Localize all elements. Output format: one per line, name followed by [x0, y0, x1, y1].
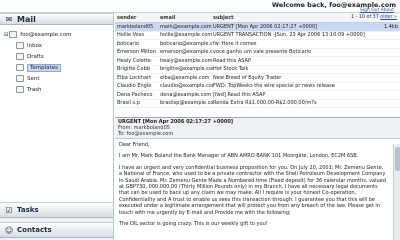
row-subject: voce ganho um vale presente Boticario — [213, 49, 312, 56]
preview-body: Dear Friend, I am Mr. Mark Boland the Ba… — [115, 139, 390, 235]
scrollbar-thumb[interactable] — [395, 147, 400, 171]
table-row[interactable]: Dena Pacheco dena@example.com [fwd] Read… — [115, 91, 400, 100]
row-email: brigitte@example.com — [160, 66, 213, 73]
tree-item-label: Templates — [27, 63, 61, 72]
mail-panel: ✉ Mail ⊟ foo@example.com Inbox Drafts Te… — [0, 13, 113, 202]
older-link[interactable]: older » — [380, 15, 397, 20]
row-email: dena@example.com — [160, 91, 212, 98]
row-subject: Hot Stock Talk — [213, 66, 249, 73]
message-list: markboland05 mark@example.com URGENT [Mo… — [115, 23, 400, 118]
message-preview: URGENT [Mon Apr 2006 02:17:27 +0000] Fro… — [115, 118, 400, 240]
body-paragraph: I am Mr. Mark Boland the Bank Manager of… — [119, 153, 359, 160]
tree-item-drafts[interactable]: Drafts — [4, 51, 113, 62]
contacts-panel-title: Contacts — [17, 226, 52, 234]
row-email: elba@example.com — [160, 74, 210, 81]
tree-item-inbox[interactable]: Inbox — [4, 40, 113, 51]
folder-tree: ⊟ foo@example.com Inbox Drafts Templates… — [0, 25, 113, 95]
tree-item-label: Trash — [27, 86, 42, 93]
tree-item-label: Drafts — [27, 53, 44, 60]
row-email: emerson@example.com — [160, 49, 213, 56]
row-sender: Healy Colette — [117, 57, 151, 64]
trash-icon — [16, 86, 24, 93]
templates-icon — [16, 64, 24, 71]
row-subject: Read this ASAP — [213, 57, 251, 64]
table-row[interactable]: Elba Lockhart elba@example.com New Breed… — [115, 74, 400, 83]
row-subject: URGENT TRANSACTION -[Sun, 23 Apr 2006 13… — [213, 32, 365, 39]
left-sidebar: ✉ Mail ⊟ foo@example.com Inbox Drafts Te… — [0, 13, 114, 240]
column-email[interactable]: email — [160, 15, 213, 21]
tree-item-label: Inbox — [27, 42, 43, 49]
table-row[interactable]: Emerson Milton emerson@example.com voce … — [115, 49, 400, 57]
top-bar: Welcome back, foo@example.com Sign Out A… — [0, 0, 400, 13]
tree-item-label: Sent — [27, 75, 40, 82]
body-paragraph: I have an urgent and very confidential b… — [119, 164, 386, 216]
main-content: sender email subject 1 - 10 of 37 older … — [115, 13, 400, 240]
column-subject[interactable]: subject — [213, 15, 361, 21]
row-sender: Elba Lockhart — [117, 74, 152, 81]
mail-panel-header[interactable]: ✉ Mail — [0, 13, 113, 25]
row-subject: [fwd] Read this ASAP — [213, 91, 266, 98]
mailbox-icon — [9, 31, 18, 38]
mail-panel-title: Mail — [17, 14, 36, 24]
tree-item-templates[interactable]: Templates — [4, 62, 113, 73]
tree-item-label: foo@example.com — [20, 31, 72, 38]
row-email: boticario@example.com — [160, 40, 213, 47]
row-sender: Brigitte Cobb — [117, 66, 150, 73]
preview-header: URGENT [Mon Apr 2006 02:17:27 +0000] Fro… — [115, 118, 400, 139]
row-sender: Brasil s.p — [117, 100, 140, 107]
tasks-icon: ☑ — [5, 205, 13, 215]
tasks-panel[interactable]: ☑ Tasks — [0, 202, 113, 218]
expand-minus-icon[interactable]: ⊟ — [4, 32, 8, 38]
row-sender: boticario — [117, 40, 139, 47]
body-paragraph: The OIL sector is going crazy. This is o… — [119, 221, 268, 228]
table-row[interactable]: boticario boticario@example.com fw: Here… — [115, 40, 400, 49]
row-email: healy@example.com — [160, 57, 213, 64]
row-email: mark@example.com — [160, 23, 212, 30]
row-sender: markboland05 — [117, 23, 154, 30]
sent-icon — [16, 75, 24, 82]
table-row[interactable]: Healy Colette healy@example.com Read thi… — [115, 57, 400, 66]
row-sender: Dena Pacheco — [117, 91, 153, 98]
row-subject: New Breed of Equity Trader — [213, 74, 282, 81]
table-row[interactable]: Hollie Voss hollie@example.com URGENT TR… — [115, 32, 400, 40]
contacts-panel-header[interactable]: ☺ Contacts — [0, 222, 113, 238]
row-sender: Claudio Engle — [117, 83, 152, 90]
tasks-panel-title: Tasks — [17, 206, 39, 214]
tree-item-sent[interactable]: Sent — [4, 73, 113, 84]
table-row[interactable]: Claudio Engle claudio@example.com FWD: T… — [115, 83, 400, 91]
row-email: claudio@example.com — [160, 83, 213, 90]
message-list-header: sender email subject 1 - 10 of 37 older … — [115, 13, 400, 23]
drafts-icon — [16, 53, 24, 60]
row-email: brasilsp@example.com — [160, 100, 213, 107]
row-sender: Hollie Voss — [117, 32, 144, 39]
row-email: hollie@example.com — [160, 32, 213, 39]
tree-item-trash[interactable]: Trash — [4, 84, 113, 95]
table-row[interactable]: Brasil s.p brasilsp@example.com Renda Ex… — [115, 100, 400, 108]
preview-to: To: foo@example.com — [118, 131, 174, 137]
row-subject: URGENT [Mon Apr 2006 02:17:27 +0000] — [213, 23, 318, 30]
row-size: 1.4kb — [383, 23, 398, 30]
column-sender[interactable]: sender — [115, 15, 160, 21]
row-subject: Renda Extra R$1.000,00-R$2.000,00/m?s — [213, 100, 317, 107]
pager: 1 - 10 of 37 older » — [351, 15, 397, 20]
contacts-panel[interactable]: ☺ Contacts — [0, 222, 113, 238]
table-row[interactable]: markboland05 mark@example.com URGENT [Mo… — [115, 23, 400, 32]
pager-range: 1 - 10 of 37 — [351, 15, 379, 20]
body-paragraph: Dear Friend, — [119, 142, 150, 148]
inbox-icon — [16, 42, 24, 49]
row-sender: Emerson Milton — [117, 49, 156, 56]
preview-scrollbar[interactable] — [393, 144, 400, 240]
tasks-panel-header[interactable]: ☑ Tasks — [0, 202, 113, 218]
envelope-icon: ✉ — [5, 14, 13, 24]
tree-item-account[interactable]: ⊟ foo@example.com — [4, 29, 113, 40]
row-subject: fw: Here it comes — [213, 40, 257, 47]
row-subject: FWD: TopWeeks the wire special pr news r… — [213, 83, 335, 90]
contacts-icon: ☺ — [4, 225, 14, 235]
table-row[interactable]: Brigitte Cobb brigitte@example.com Hot S… — [115, 66, 400, 74]
